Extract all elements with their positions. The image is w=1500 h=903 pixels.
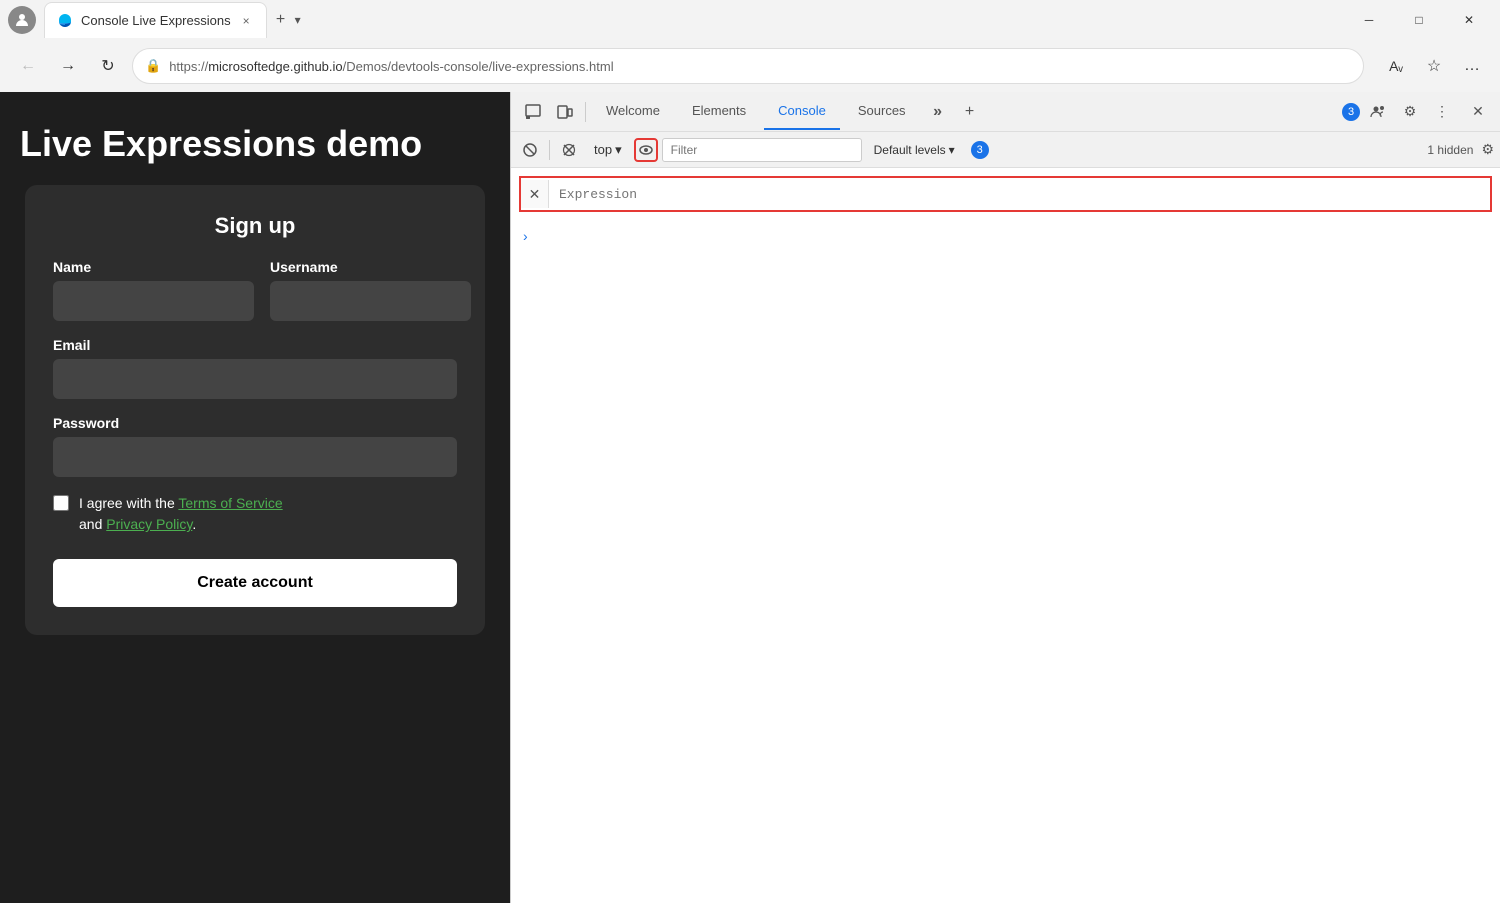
browser-reading-btn[interactable]: Aᵥ: [1380, 50, 1412, 82]
context-selector[interactable]: top ▾: [586, 140, 630, 160]
password-input[interactable]: [53, 437, 457, 477]
clear-console-btn[interactable]: [517, 138, 543, 162]
email-input[interactable]: [53, 359, 457, 399]
clear-icon: [523, 143, 537, 157]
terms-link[interactable]: Terms of Service: [178, 495, 282, 511]
browser-more-btn[interactable]: …: [1456, 50, 1488, 82]
more-tabs-btn[interactable]: »: [924, 98, 952, 126]
default-levels-btn[interactable]: Default levels ▾: [866, 141, 963, 159]
url-display: https://microsoftedge.github.io/Demos/de…: [169, 59, 1351, 74]
active-tab[interactable]: Console Live Expressions ×: [44, 2, 267, 38]
title-bar: Console Live Expressions × + ▾ ─ □ ✕: [0, 0, 1500, 40]
tab-elements[interactable]: Elements: [678, 94, 760, 130]
live-expression-btn[interactable]: [634, 138, 658, 162]
devtools-more-btn[interactable]: ⋮: [1428, 98, 1456, 126]
forward-btn[interactable]: →: [52, 50, 84, 82]
tab-label: Console Live Expressions: [81, 13, 231, 28]
multiprofile-btn[interactable]: [1364, 98, 1392, 126]
minimize-btn[interactable]: ─: [1346, 4, 1392, 36]
name-username-row: Name Username: [53, 259, 457, 321]
browser-actions: Aᵥ ☆ …: [1380, 50, 1488, 82]
console-badge: 3: [1342, 103, 1360, 121]
name-label: Name: [53, 259, 254, 275]
back-btn[interactable]: ←: [12, 50, 44, 82]
tab-sources[interactable]: Sources: [844, 94, 920, 130]
page-title: Live Expressions demo: [20, 122, 422, 165]
clear-icon2: [562, 143, 576, 157]
create-account-button[interactable]: Create account: [53, 559, 457, 607]
email-field-group: Email: [53, 337, 457, 399]
header-divider: [585, 102, 586, 122]
console-chevron[interactable]: ›: [519, 226, 532, 246]
console-body: ›: [511, 220, 1500, 254]
multiprofile-icon: [1370, 104, 1386, 120]
terms-checkbox-row: I agree with the Terms of Service and Pr…: [53, 493, 457, 535]
devtools-panel: Welcome Elements Console Sources » +: [510, 92, 1500, 903]
username-input[interactable]: [270, 281, 471, 321]
device-toggle-btn[interactable]: [551, 98, 579, 126]
new-tab-btn[interactable]: +: [267, 6, 295, 34]
tab-dropdown-btn[interactable]: ▾: [295, 13, 301, 27]
password-label: Password: [53, 415, 457, 431]
console-toolbar: top ▾ Default levels ▾ 3 1 hidden ⚙: [511, 132, 1500, 168]
refresh-btn[interactable]: ↻: [92, 50, 124, 82]
username-label: Username: [270, 259, 471, 275]
name-field-group: Name: [53, 259, 254, 321]
name-input[interactable]: [53, 281, 254, 321]
inspect-icon: [525, 104, 541, 120]
lock-icon: 🔒: [145, 58, 161, 74]
clear-btn2[interactable]: [556, 138, 582, 162]
signup-card: Sign up Name Username Email: [25, 185, 485, 635]
expression-row: ✕: [519, 176, 1492, 212]
window-close-btn[interactable]: ✕: [1446, 4, 1492, 36]
toolbar-divider1: [549, 140, 550, 160]
address-input[interactable]: 🔒 https://microsoftedge.github.io/Demos/…: [132, 48, 1364, 84]
email-label: Email: [53, 337, 457, 353]
tab-bar: Console Live Expressions × + ▾: [44, 0, 1338, 40]
main-content: Live Expressions demo Sign up Name Usern…: [0, 92, 1500, 903]
console-filter-input[interactable]: [662, 138, 862, 162]
tab-console[interactable]: Console: [764, 94, 840, 130]
favorites-btn[interactable]: ☆: [1418, 50, 1450, 82]
add-tab-btn[interactable]: +: [956, 98, 984, 126]
browser-window: Console Live Expressions × + ▾ ─ □ ✕ ← →…: [0, 0, 1500, 903]
window-controls: ─ □ ✕: [1346, 4, 1492, 36]
signup-title: Sign up: [53, 213, 457, 239]
edge-favicon: [57, 13, 73, 29]
console-settings-icon[interactable]: ⚙: [1481, 141, 1494, 158]
address-bar: ← → ↻ 🔒 https://microsoftedge.github.io/…: [0, 40, 1500, 92]
inspect-element-btn[interactable]: [519, 98, 547, 126]
eye-icon: [639, 144, 653, 156]
devtools-close-btn[interactable]: ✕: [1464, 98, 1492, 126]
expression-close-btn[interactable]: ✕: [521, 180, 549, 208]
expression-input[interactable]: [549, 178, 1490, 210]
maximize-btn[interactable]: □: [1396, 4, 1442, 36]
checkbox-label: I agree with the Terms of Service and Pr…: [79, 493, 283, 535]
tab-close-btn[interactable]: ×: [239, 12, 254, 30]
hidden-count: 1 hidden: [1427, 143, 1473, 157]
username-field-group: Username: [270, 259, 471, 321]
console-badge2: 3: [971, 141, 989, 159]
tab-welcome[interactable]: Welcome: [592, 94, 674, 130]
devtools-settings-btn[interactable]: ⚙: [1396, 98, 1424, 126]
device-icon: [557, 104, 573, 120]
expression-area: ✕: [511, 168, 1500, 220]
devtools-header: Welcome Elements Console Sources » +: [511, 92, 1500, 132]
terms-checkbox[interactable]: [53, 495, 69, 511]
profile-icon[interactable]: [8, 6, 36, 34]
password-field-group: Password: [53, 415, 457, 477]
webpage-area: Live Expressions demo Sign up Name Usern…: [0, 92, 510, 903]
privacy-link[interactable]: Privacy Policy: [106, 516, 192, 532]
